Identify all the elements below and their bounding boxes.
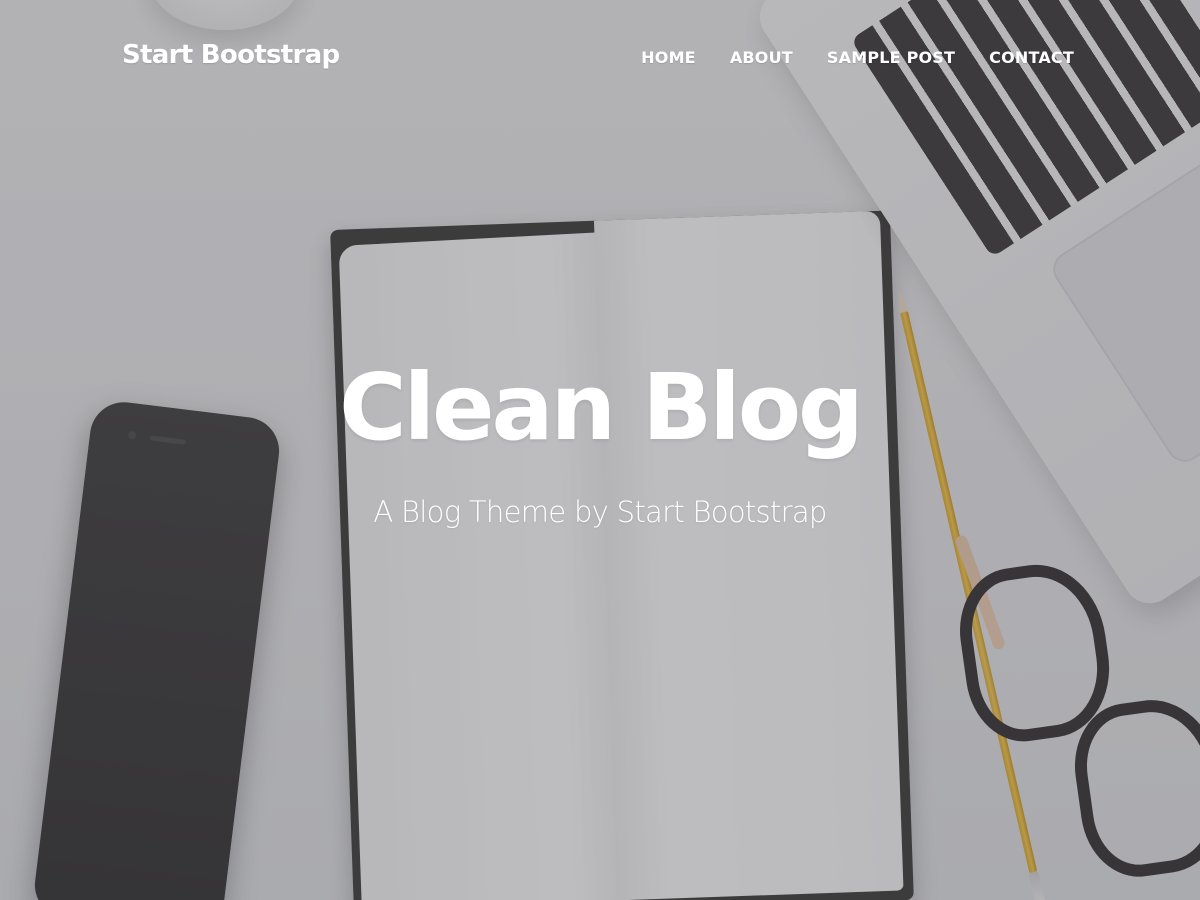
hero-section: Start Bootstrap HOME ABOUT SAMPLE POST C… — [0, 0, 1200, 900]
hero-content: Clean Blog A Blog Theme by Start Bootstr… — [0, 362, 1200, 527]
hero-subtitle: A Blog Theme by Start Bootstrap — [373, 495, 827, 529]
top-navigation: Start Bootstrap HOME ABOUT SAMPLE POST C… — [0, 0, 1200, 120]
site-brand-link[interactable]: Start Bootstrap — [122, 40, 340, 70]
nav-link-contact[interactable]: CONTACT — [989, 48, 1074, 67]
hero-title: Clean Blog — [339, 354, 864, 461]
nav-link-home[interactable]: HOME — [641, 48, 696, 67]
nav-links: HOME ABOUT SAMPLE POST CONTACT — [641, 48, 1074, 67]
nav-link-sample-post[interactable]: SAMPLE POST — [827, 48, 955, 67]
nav-link-about[interactable]: ABOUT — [730, 48, 793, 67]
